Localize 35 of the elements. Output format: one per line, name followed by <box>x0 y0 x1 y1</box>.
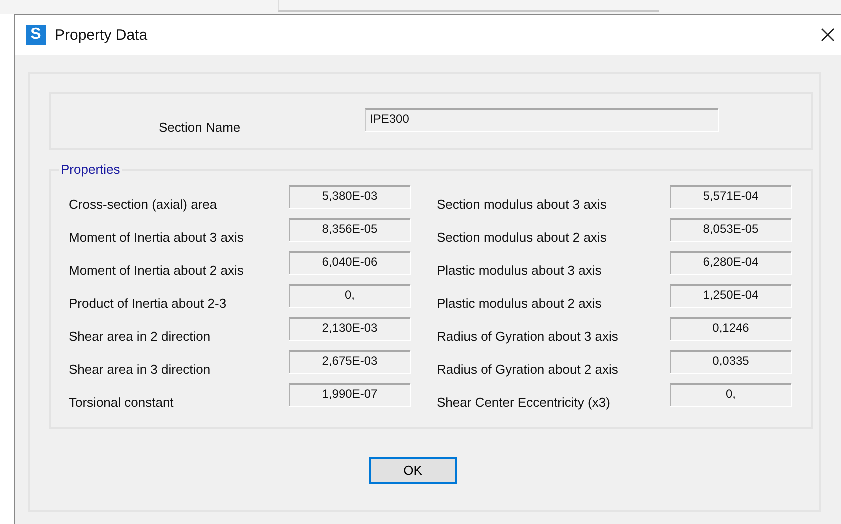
value-field[interactable]: 5,571E-04 <box>670 185 792 209</box>
app-logo-icon: S <box>26 25 46 45</box>
value-field[interactable]: 8,053E-05 <box>670 218 792 242</box>
property-label: Shear area in 3 direction <box>69 362 212 377</box>
value-field[interactable]: 2,130E-03 <box>289 317 411 341</box>
property-label: Plastic modulus about 2 axis <box>437 296 603 311</box>
property-label: Shear area in 2 direction <box>69 329 212 344</box>
value-field[interactable]: 0, <box>289 284 411 308</box>
property-label: Radius of Gyration about 3 axis <box>437 329 620 344</box>
property-label: Shear Center Eccentricity (x3) <box>437 395 612 410</box>
value-field[interactable]: 1,990E-07 <box>289 383 411 407</box>
section-name-field[interactable]: IPE300 <box>365 108 719 132</box>
property-label: Moment of Inertia about 3 axis <box>69 230 245 245</box>
value-field[interactable]: 0, <box>670 383 792 407</box>
close-icon[interactable] <box>821 28 835 42</box>
value-field[interactable]: 0,1246 <box>670 317 792 341</box>
value-field[interactable]: 5,380E-03 <box>289 185 411 209</box>
property-label: Moment of Inertia about 2 axis <box>69 263 245 278</box>
property-label: Torsional constant <box>69 395 175 410</box>
value-field[interactable]: 6,040E-06 <box>289 251 411 275</box>
value-field[interactable]: 6,280E-04 <box>670 251 792 275</box>
window-title: Property Data <box>55 26 149 44</box>
property-label: Product of Inertia about 2-3 <box>69 296 228 311</box>
property-label: Plastic modulus about 3 axis <box>437 263 603 278</box>
field-label: Section Name <box>159 120 242 134</box>
group-title: Properties <box>59 162 122 177</box>
property-label: Section modulus about 3 axis <box>437 197 608 212</box>
value-field[interactable]: 8,356E-05 <box>289 218 411 242</box>
ok-button[interactable]: OK <box>369 457 457 484</box>
property-label: Section modulus about 2 axis <box>437 230 608 245</box>
property-label: Cross-section (axial) area <box>69 197 218 212</box>
value-field[interactable]: 2,675E-03 <box>289 350 411 374</box>
property-label: Radius of Gyration about 2 axis <box>437 362 620 377</box>
value-field[interactable]: 1,250E-04 <box>670 284 792 308</box>
value-field[interactable]: 0,0335 <box>670 350 792 374</box>
